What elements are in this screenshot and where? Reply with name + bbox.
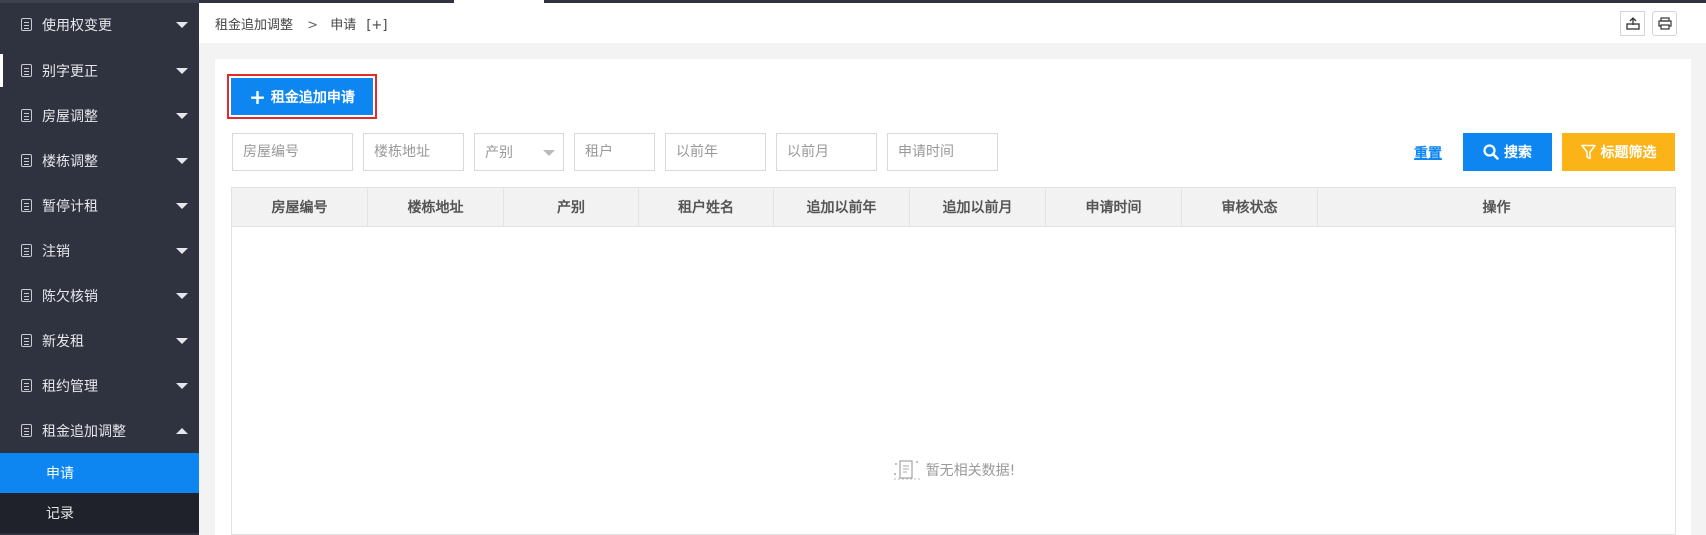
printer-icon [1657, 17, 1672, 30]
chevron-down-icon [176, 247, 188, 254]
filter-button-label: 标题筛选 [1600, 145, 1657, 161]
prev-year-input[interactable] [676, 144, 765, 160]
chevron-down-icon [176, 157, 188, 164]
sidebar-item-label: 使用权变更 [42, 17, 112, 34]
tenant-field[interactable] [574, 133, 655, 171]
sidebar-item-label: 别字更正 [42, 63, 98, 80]
column-header: 追加以前月 [910, 188, 1046, 226]
sidebar-item-label: 房屋调整 [42, 108, 98, 125]
sidebar-item-house-adjust[interactable]: 房屋调整 [0, 93, 199, 138]
chevron-down-icon [176, 292, 188, 299]
data-table: 房屋编号 楼栋地址 产别 租户姓名 追加以前年 追加以前月 申请时间 审核状态 … [231, 187, 1676, 535]
sidebar-subitem-label: 记录 [46, 506, 74, 522]
document-icon [21, 424, 32, 437]
add-button-highlight: + 租金追加申请 [227, 74, 377, 119]
apply-time-field[interactable] [887, 133, 998, 171]
sidebar-subitem-label: 申请 [46, 466, 74, 482]
column-header: 追加以前年 [774, 188, 910, 226]
reset-link[interactable]: 重置 [1414, 143, 1442, 163]
column-header: 审核状态 [1182, 188, 1318, 226]
prev-month-field[interactable] [776, 133, 877, 171]
building-address-input[interactable] [374, 144, 463, 160]
tab-strip-right [544, 0, 1706, 3]
sidebar-item-label: 楼栋调整 [42, 153, 98, 170]
title-filter-button[interactable]: 标题筛选 [1562, 133, 1675, 171]
sidebar-subitem-apply[interactable]: 申请 [0, 453, 199, 493]
chevron-up-icon [176, 427, 188, 434]
add-rent-application-button[interactable]: + 租金追加申请 [231, 78, 373, 115]
chevron-down-icon [176, 337, 188, 344]
table-header: 房屋编号 楼栋地址 产别 租户姓名 追加以前年 追加以前月 申请时间 审核状态 … [232, 188, 1675, 227]
building-address-field[interactable] [363, 133, 464, 171]
breadcrumb-expand[interactable]: [+] [366, 18, 387, 33]
sidebar-item-rent-additional-adjust[interactable]: 租金追加调整 [0, 408, 199, 453]
add-button-label: 租金追加申请 [270, 89, 355, 106]
sidebar-item-label: 租金追加调整 [42, 423, 126, 440]
content-panel: + 租金追加申请 产别 重置 搜索 标题筛选 [215, 59, 1691, 535]
search-button-label: 搜索 [1504, 145, 1532, 161]
sidebar-subitem-records[interactable]: 记录 [0, 493, 199, 533]
print-button[interactable] [1652, 11, 1677, 36]
document-icon [21, 109, 32, 122]
chevron-down-icon [176, 382, 188, 389]
chevron-down-icon [176, 112, 188, 119]
sidebar-item-arrears-writeoff[interactable]: 陈欠核销 [0, 273, 199, 318]
breadcrumb-page: 申请 [330, 18, 357, 33]
empty-state: 暂无相关数据! [232, 458, 1675, 482]
sidebar-item-typo-correction[interactable]: 别字更正 [0, 48, 199, 93]
sidebar-item-label: 暂停计租 [42, 198, 98, 215]
search-icon [1483, 144, 1499, 160]
tab-strip-left [199, 0, 454, 3]
breadcrumb-section[interactable]: 租金追加调整 [215, 18, 293, 33]
house-no-input[interactable] [243, 144, 352, 160]
column-header: 房屋编号 [232, 188, 368, 226]
empty-state-text: 暂无相关数据! [925, 463, 1016, 479]
apply-time-input[interactable] [898, 144, 997, 160]
column-header: 楼栋地址 [368, 188, 504, 226]
chevron-down-icon [176, 21, 188, 28]
document-icon [21, 64, 32, 77]
document-icon [21, 289, 32, 302]
document-icon [21, 199, 32, 212]
top-bar: 租金追加调整 > 申请 [+] [199, 0, 1706, 43]
prev-month-input[interactable] [787, 144, 876, 160]
property-type-select[interactable]: 产别 [474, 133, 564, 171]
document-icon [21, 244, 32, 257]
sidebar-item-label: 租约管理 [42, 378, 98, 395]
export-button[interactable] [1620, 11, 1645, 36]
chevron-down-icon [176, 67, 188, 74]
column-header: 产别 [504, 188, 639, 226]
breadcrumb: 租金追加调整 > 申请 [+] [215, 14, 393, 33]
breadcrumb-separator: > [307, 18, 319, 33]
prev-year-field[interactable] [665, 133, 766, 171]
sidebar-item-lease-management[interactable]: 租约管理 [0, 363, 199, 408]
document-icon [21, 379, 32, 392]
chevron-down-icon [543, 150, 555, 156]
tenant-input[interactable] [585, 144, 654, 160]
plus-icon: + [249, 84, 266, 109]
no-data-icon [893, 460, 920, 480]
column-header: 操作 [1482, 200, 1511, 216]
column-header: 租户姓名 [639, 188, 774, 226]
funnel-icon [1580, 144, 1596, 160]
sidebar-item-label: 陈欠核销 [42, 288, 98, 305]
column-header: 申请时间 [1046, 188, 1182, 226]
document-icon [21, 334, 32, 347]
sidebar-item-suspend-rent[interactable]: 暂停计租 [0, 183, 199, 228]
chevron-down-icon [176, 202, 188, 209]
document-icon [21, 18, 32, 31]
sidebar-item-usage-right-change[interactable]: 使用权变更 [0, 2, 199, 47]
sidebar-item-cancel[interactable]: 注销 [0, 228, 199, 273]
sidebar-item-building-adjust[interactable]: 楼栋调整 [0, 138, 199, 183]
sidebar-item-new-rent[interactable]: 新发租 [0, 318, 199, 363]
sidebar-item-label: 注销 [42, 243, 70, 260]
property-type-value: 产别 [485, 145, 513, 161]
house-no-field[interactable] [232, 133, 353, 171]
search-button[interactable]: 搜索 [1463, 133, 1552, 171]
export-icon [1625, 17, 1640, 30]
sidebar-item-label: 新发租 [42, 333, 84, 350]
document-icon [21, 154, 32, 167]
sidebar: 使用权变更 别字更正 房屋调整 楼栋调整 暂停计租 注销 陈欠核销 新发租 租约 [0, 0, 199, 535]
